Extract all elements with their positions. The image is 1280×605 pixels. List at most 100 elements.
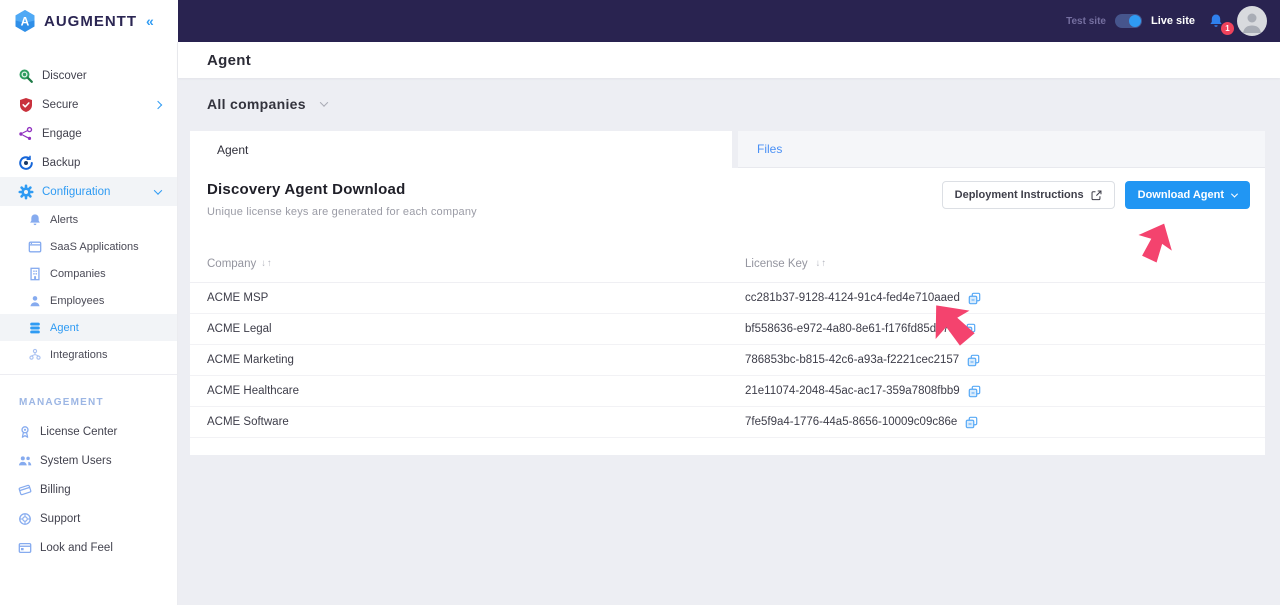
company-cell: ACME Healthcare xyxy=(190,385,745,397)
sidebar-subitem-label: Integrations xyxy=(50,349,107,361)
gear-icon xyxy=(18,184,34,200)
copy-icon xyxy=(967,354,980,367)
sidebar-subitem-agent[interactable]: Agent xyxy=(0,314,177,341)
sidebar-subitem-companies[interactable]: Companies xyxy=(0,260,177,287)
license-table: Company ↓↑ License Key ↓↑ ACME MSP cc281… xyxy=(190,245,1265,438)
license-key-value: 786853bc-b815-42c6-a93a-f2221cec2157 xyxy=(745,354,959,366)
license-key-value: cc281b37-9128-4124-91c4-fed4e710aaed xyxy=(745,292,960,304)
sidebar-item-support[interactable]: Support xyxy=(0,504,177,533)
sidebar-item-look-and-feel[interactable]: Look and Feel xyxy=(0,533,177,562)
company-cell: ACME Marketing xyxy=(190,354,745,366)
external-link-icon xyxy=(1091,190,1102,201)
deployment-instructions-button[interactable]: Deployment Instructions xyxy=(942,181,1115,209)
org-chart-icon xyxy=(28,348,42,362)
download-agent-label: Download Agent xyxy=(1138,189,1224,201)
sidebar-subitem-alerts[interactable]: Alerts xyxy=(0,206,177,233)
column-header-company[interactable]: Company ↓↑ xyxy=(190,258,745,270)
tab-agent-label: Agent xyxy=(217,143,248,157)
main-content: All companies Agent Files Discovery Agen… xyxy=(178,78,1280,605)
bell-icon xyxy=(28,213,42,227)
copy-license-button[interactable] xyxy=(968,292,981,305)
test-site-label: Test site xyxy=(1066,16,1106,27)
sidebar-item-label: Look and Feel xyxy=(40,542,161,554)
table-row: ACME MSP cc281b37-9128-4124-91c4-fed4e71… xyxy=(190,283,1265,314)
backup-arrow-icon xyxy=(18,155,34,171)
management-section-label: MANAGEMENT xyxy=(19,397,177,408)
shield-icon xyxy=(18,97,34,113)
company-cell: ACME Legal xyxy=(190,323,745,335)
company-cell: ACME Software xyxy=(190,416,745,428)
database-icon xyxy=(28,321,42,335)
notification-badge: 1 xyxy=(1221,22,1234,35)
company-filter-dropdown[interactable]: All companies xyxy=(207,96,327,112)
sidebar-item-discover[interactable]: Discover xyxy=(0,61,177,90)
avatar-person-icon xyxy=(1237,6,1267,36)
network-icon xyxy=(18,126,34,142)
copy-icon xyxy=(968,385,981,398)
sidebar-item-label: Support xyxy=(40,513,161,525)
brand-name: AUGMENTT xyxy=(44,13,137,30)
tab-agent[interactable]: Agent xyxy=(190,131,732,168)
top-bar: Test site Live site 1 xyxy=(0,0,1280,42)
sidebar-collapse-icon[interactable]: « xyxy=(146,13,152,29)
copy-license-button[interactable] xyxy=(965,416,978,429)
copy-icon xyxy=(968,292,981,305)
sidebar-item-secure[interactable]: Secure xyxy=(0,90,177,119)
window-icon xyxy=(18,541,32,555)
section-heading-block: Discovery Agent Download Unique license … xyxy=(207,181,477,218)
tab-files[interactable]: Files xyxy=(738,131,1265,168)
sidebar-item-label: Backup xyxy=(42,157,161,169)
column-header-license-key[interactable]: License Key ↓↑ xyxy=(745,258,1265,270)
notification-bell-button[interactable]: 1 xyxy=(1208,9,1228,33)
tab-files-label: Files xyxy=(757,142,782,156)
chevron-down-icon xyxy=(154,186,162,194)
page-title: Agent xyxy=(207,52,251,69)
app-window: Test site Live site 1 A xyxy=(0,0,1280,605)
sidebar-item-label: License Center xyxy=(40,426,161,438)
users-icon xyxy=(18,454,32,468)
building-icon xyxy=(28,267,42,281)
sidebar-item-label: Discover xyxy=(42,70,161,82)
table-header-row: Company ↓↑ License Key ↓↑ xyxy=(190,245,1265,283)
sidebar-subitem-saas-applications[interactable]: SaaS Applications xyxy=(0,233,177,260)
copy-license-button[interactable] xyxy=(967,354,980,367)
sidebar-item-billing[interactable]: Billing xyxy=(0,475,177,504)
sidebar-subitem-employees[interactable]: Employees xyxy=(0,287,177,314)
table-row: ACME Marketing 786853bc-b815-42c6-a93a-f… xyxy=(190,345,1265,376)
sort-arrows-icon[interactable]: ↓↑ xyxy=(816,258,828,269)
download-agent-button[interactable]: Download Agent xyxy=(1125,181,1250,209)
sidebar-subitem-label: Employees xyxy=(50,295,104,307)
copy-icon xyxy=(965,416,978,429)
lifebuoy-icon xyxy=(18,512,32,526)
award-icon xyxy=(18,425,32,439)
sidebar-item-license-center[interactable]: License Center xyxy=(0,417,177,446)
svg-text:A: A xyxy=(21,15,30,29)
sidebar-item-configuration[interactable]: Configuration xyxy=(0,177,177,206)
agent-tab-panel: Discovery Agent Download Unique license … xyxy=(190,168,1265,455)
sidebar-subitem-label: Companies xyxy=(50,268,106,280)
table-row: ACME Healthcare 21e11074-2048-45ac-ac17-… xyxy=(190,376,1265,407)
sidebar-item-label: Billing xyxy=(40,484,161,496)
sort-arrows-icon[interactable]: ↓↑ xyxy=(261,258,273,269)
license-key-value: 21e11074-2048-45ac-ac17-359a7808fbb9 xyxy=(745,385,960,397)
sidebar-subitem-integrations[interactable]: Integrations xyxy=(0,341,177,368)
sidebar-item-label: Secure xyxy=(42,99,147,111)
table-row: ACME Software 7fe5f9a4-1776-44a5-8656-10… xyxy=(190,407,1265,438)
chevron-down-icon xyxy=(320,98,328,106)
brand-logo[interactable]: A AUGMENTT « xyxy=(0,0,178,42)
sidebar-item-label: System Users xyxy=(40,455,161,467)
table-row: ACME Legal bf558636-e972-4a80-8e61-f176f… xyxy=(190,314,1265,345)
section-title: Discovery Agent Download xyxy=(207,181,477,198)
chevron-right-icon xyxy=(154,100,162,108)
user-avatar[interactable] xyxy=(1237,6,1267,36)
page-title-bar: Agent xyxy=(178,42,1280,78)
column-header-label: Company xyxy=(207,258,256,270)
sidebar-item-backup[interactable]: Backup xyxy=(0,148,177,177)
company-filter-value: All companies xyxy=(207,96,306,112)
sidebar-item-label: Engage xyxy=(42,128,161,140)
copy-license-button[interactable] xyxy=(968,385,981,398)
sidebar-item-system-users[interactable]: System Users xyxy=(0,446,177,475)
site-toggle[interactable] xyxy=(1115,14,1142,28)
sidebar-item-engage[interactable]: Engage xyxy=(0,119,177,148)
app-window-icon xyxy=(28,240,42,254)
